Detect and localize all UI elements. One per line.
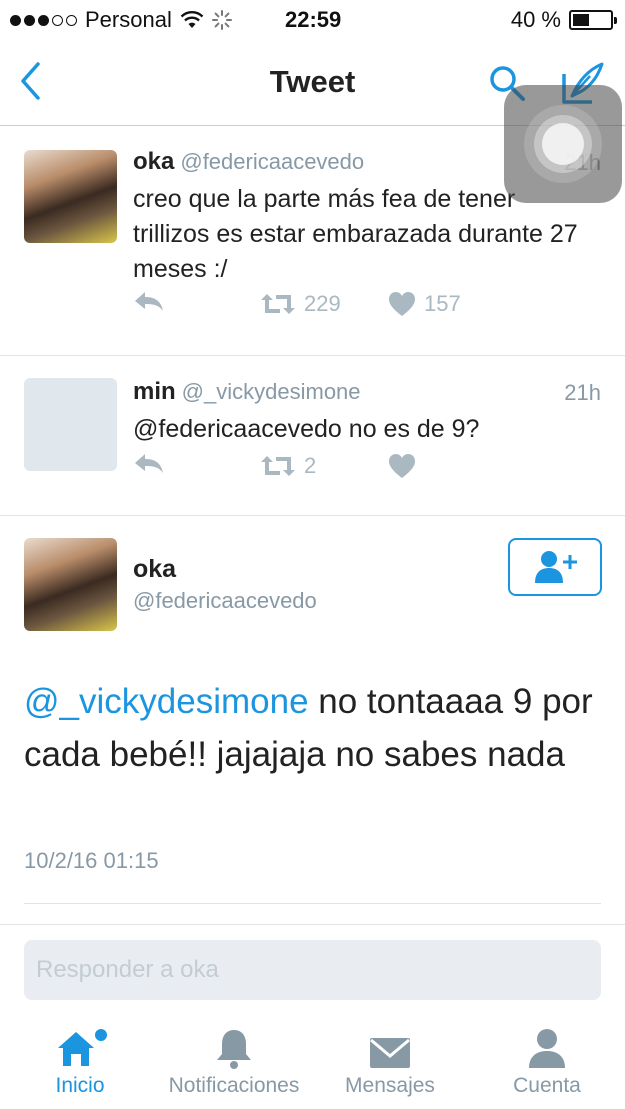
tab-label: Cuenta (513, 1074, 581, 1097)
reply-icon (135, 292, 163, 311)
like-button[interactable]: 157 (388, 291, 461, 317)
envelope-icon (370, 1038, 410, 1068)
battery-percentage: 40 % (510, 7, 561, 32)
tweet-author-handle[interactable]: @_vickydesimone (182, 379, 361, 404)
tab-label: Mensajes (345, 1074, 435, 1097)
like-count: 157 (424, 291, 461, 316)
follow-button[interactable] (508, 538, 602, 596)
retweet-button[interactable]: 2 (258, 453, 316, 479)
retweet-icon (261, 456, 295, 476)
avatar[interactable] (24, 150, 117, 243)
retweet-count: 2 (304, 453, 317, 478)
heart-icon (389, 454, 415, 478)
home-icon (58, 1029, 107, 1066)
wifi-icon (180, 11, 204, 28)
mention-link[interactable]: @_vickydesimone (24, 682, 309, 721)
like-button[interactable] (388, 453, 424, 479)
tab-label: Notificaciones (168, 1074, 300, 1097)
divider (0, 924, 625, 925)
reply-icon (135, 454, 163, 473)
heart-icon (389, 292, 415, 316)
tweet-header: oka @federicaacevedo (133, 148, 364, 176)
retweet-icon (261, 294, 295, 314)
tweet-header: min @_vickydesimone (133, 378, 361, 406)
tab-inicio[interactable]: Inicio (42, 1026, 118, 1098)
status-time: 22:59 (285, 7, 342, 32)
assistive-touch-button[interactable] (504, 85, 622, 203)
carrier-name: Personal (85, 7, 172, 32)
reply-button[interactable] (133, 451, 165, 481)
battery-icon (569, 10, 617, 30)
add-user-icon (535, 551, 577, 583)
tweet-author-name[interactable]: min (133, 378, 176, 405)
reply-button[interactable] (133, 289, 165, 319)
tab-mensajes[interactable]: Mensajes (340, 1026, 440, 1098)
avatar[interactable] (24, 378, 117, 471)
main-tweet-author-name[interactable]: oka (133, 555, 176, 584)
tab-notificaciones[interactable]: Notificaciones (160, 1026, 308, 1098)
bell-icon (217, 1030, 251, 1069)
tweet-timestamp: 21h (564, 380, 601, 405)
main-tweet-text: @_vickydesimone no tontaaaa 9 por cada b… (24, 675, 604, 781)
tab-cuenta[interactable]: Cuenta (505, 1026, 589, 1098)
tab-bar: Inicio Notificaciones Mensajes Cuenta (0, 1018, 625, 1109)
avatar[interactable] (24, 538, 117, 631)
main-tweet-author-handle[interactable]: @federicaacevedo (133, 588, 317, 614)
status-right: 40 % (510, 7, 617, 33)
reply-input[interactable] (24, 940, 601, 1000)
retweet-count: 229 (304, 291, 341, 316)
status-left: Personal (10, 7, 232, 33)
status-bar: Personal 22:59 40 % (0, 0, 625, 42)
reply-box (24, 940, 601, 1000)
retweet-button[interactable]: 229 (258, 291, 341, 317)
tweet-item[interactable]: min @_vickydesimone 21h @federicaacevedo … (0, 356, 625, 516)
tweet-text: @federicaacevedo no es de 9? (133, 415, 480, 443)
main-tweet-date: 10/2/16 01:15 (24, 848, 159, 873)
signal-strength-icon (10, 14, 77, 26)
divider (24, 903, 601, 904)
activity-spinner-icon (211, 10, 232, 30)
tweet-author-handle[interactable]: @federicaacevedo (180, 149, 364, 174)
tab-label: Inicio (55, 1074, 105, 1097)
person-icon (529, 1029, 565, 1068)
tweet-author-name[interactable]: oka (133, 148, 174, 175)
